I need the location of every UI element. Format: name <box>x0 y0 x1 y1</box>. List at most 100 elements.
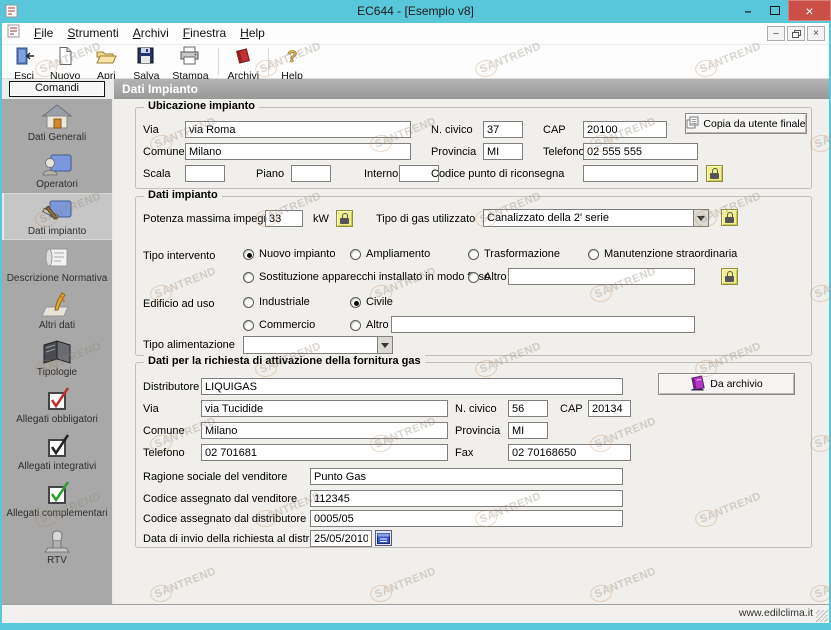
green-check-icon <box>40 479 74 507</box>
intervento-altro-input[interactable] <box>508 268 695 285</box>
sidebar-item-descrizione-normativa[interactable]: Descrizione Normativa <box>2 240 112 287</box>
radio-commercio[interactable]: Commercio <box>243 319 315 331</box>
toolbar-button-nuovo[interactable]: Nuovo <box>44 45 86 78</box>
distributore-input[interactable] <box>201 378 623 395</box>
resize-grip-icon[interactable] <box>816 610 828 622</box>
sidebar-item-allegati-obbligatori[interactable]: Allegati obbligatori <box>2 381 112 428</box>
piano-input[interactable] <box>291 165 331 182</box>
radio-icon <box>468 272 479 283</box>
mdi-minimize-button[interactable]: – <box>767 26 785 41</box>
sidebar-item-dati-impianto[interactable]: Dati impianto <box>2 193 112 240</box>
lock-button[interactable] <box>336 210 353 227</box>
ragione-sociale-input[interactable] <box>310 468 623 485</box>
sidebar-item-allegati-complementari[interactable]: Allegati complementari <box>2 475 112 522</box>
document-icon <box>7 24 21 43</box>
edificio-altro-input[interactable] <box>391 316 695 333</box>
tipo-gas-select[interactable]: Canalizzato della 2' serie <box>483 209 709 227</box>
toolbar-button-help[interactable]: ? Help <box>272 45 312 78</box>
codice-distributore-input[interactable] <box>310 510 623 527</box>
radio-icon <box>350 297 361 308</box>
menu-help[interactable]: Help <box>233 23 272 44</box>
potenza-input[interactable] <box>265 210 303 227</box>
sidebar-item-allegati-integrativi[interactable]: Allegati integrativi <box>2 428 112 475</box>
menu-archivi[interactable]: Archivi <box>126 23 176 44</box>
fornitura-telefono-input[interactable] <box>201 444 448 461</box>
sidebar-item-rtv[interactable]: RTV <box>2 522 112 569</box>
fornitura-cap-input[interactable] <box>588 400 631 417</box>
telefono-input[interactable] <box>583 143 698 160</box>
provincia-input[interactable] <box>483 143 523 160</box>
radio-sostituzione-apparecchi[interactable]: Sostituzione apparecchi installato in mo… <box>243 271 490 283</box>
book-icon <box>40 338 74 366</box>
da-archivio-button[interactable]: Da archivio <box>658 373 795 395</box>
radio-nuovo-impianto[interactable]: Nuovo impianto <box>243 248 335 260</box>
radio-intervento-altro[interactable]: Altro <box>468 271 507 283</box>
potenza-unit-label: kW <box>313 213 329 225</box>
fornitura-ncivico-input[interactable] <box>508 400 548 417</box>
toolbar-button-archivi[interactable]: Archivi <box>222 45 266 78</box>
radio-civile[interactable]: Civile <box>350 296 393 308</box>
fornitura-cap-label: CAP <box>560 403 583 415</box>
svg-text:?: ? <box>287 47 297 66</box>
codice-riconsegna-input[interactable] <box>583 165 698 182</box>
codice-venditore-input[interactable] <box>310 490 623 507</box>
radio-ampliamento[interactable]: Ampliamento <box>350 248 430 260</box>
title-bar: EC644 - [Esempio v8] – × <box>0 0 831 23</box>
fornitura-via-input[interactable] <box>201 400 448 417</box>
sidebar-item-operatori[interactable]: Operatori <box>2 146 112 193</box>
copia-da-utente-finale-button[interactable]: Copia da utente finale <box>685 113 807 134</box>
ncivico-input[interactable] <box>483 121 523 138</box>
radio-manutenzione-straordinaria[interactable]: Manutenzione straordinaria <box>588 248 737 260</box>
lock-button[interactable] <box>706 165 723 182</box>
chevron-down-icon <box>377 337 392 353</box>
menu-finestra[interactable]: Finestra <box>176 23 233 44</box>
toolbar-button-esci[interactable]: Esci <box>4 45 44 78</box>
purple-book-icon <box>690 375 706 394</box>
toolbar-button-salva[interactable]: Salva <box>126 45 166 78</box>
sidebar-item-tipologie[interactable]: Tipologie <box>2 334 112 381</box>
data-invio-input[interactable] <box>310 530 372 547</box>
maximize-button[interactable] <box>761 0 788 21</box>
radio-edificio-altro[interactable]: Altro <box>350 319 389 331</box>
comune-input[interactable] <box>185 143 411 160</box>
codice-venditore-label: Codice assegnato dal venditore <box>143 493 297 505</box>
fax-input[interactable] <box>508 444 631 461</box>
black-check-icon <box>40 432 74 460</box>
sidebar-item-altri-dati[interactable]: Altri dati <box>2 287 112 334</box>
save-floppy-icon <box>135 46 157 71</box>
telefono-label: Telefono <box>543 146 585 158</box>
open-folder-icon <box>95 46 117 71</box>
comandi-button[interactable]: Comandi <box>9 81 105 97</box>
calendar-button[interactable] <box>375 530 392 546</box>
page-title: Dati Impianto <box>114 79 829 99</box>
via-label: Via <box>143 124 159 136</box>
mdi-close-button[interactable]: × <box>807 26 825 41</box>
fornitura-comune-input[interactable] <box>201 422 448 439</box>
scala-input[interactable] <box>185 165 225 182</box>
minimize-button[interactable]: – <box>735 0 761 21</box>
fornitura-provincia-input[interactable] <box>508 422 548 439</box>
main-panel: Dati Impianto Ubicazione impianto Via N.… <box>112 79 829 604</box>
chevron-down-icon <box>693 210 708 226</box>
lock-button[interactable] <box>721 268 738 285</box>
codice-distributore-label: Codice assegnato dal distributore <box>143 513 306 525</box>
app-body: File Strumenti Archivi Finestra Help – ×… <box>2 23 829 623</box>
lock-button[interactable] <box>721 209 738 226</box>
mdi-restore-button[interactable] <box>787 26 805 41</box>
radio-trasformazione[interactable]: Trasformazione <box>468 248 560 260</box>
provincia-label: Provincia <box>431 146 476 158</box>
distributore-label: Distributore <box>143 381 199 393</box>
radio-icon <box>588 249 599 260</box>
menu-strumenti[interactable]: Strumenti <box>60 23 125 44</box>
menu-file[interactable]: File <box>27 23 60 44</box>
tipo-alimentazione-select[interactable] <box>243 336 393 354</box>
cap-input[interactable] <box>583 121 667 138</box>
edilclima-link[interactable]: www.edilclima.it <box>739 607 813 619</box>
toolbar-button-apri[interactable]: Apri <box>86 45 126 78</box>
tipo-alimentazione-label: Tipo alimentazione <box>143 339 235 351</box>
sidebar-item-dati-generali[interactable]: Dati Generali <box>2 99 112 146</box>
radio-industriale[interactable]: Industriale <box>243 296 310 308</box>
via-input[interactable] <box>185 121 411 138</box>
toolbar-button-stampa[interactable]: Stampa <box>166 45 214 78</box>
close-button[interactable]: × <box>788 0 831 21</box>
